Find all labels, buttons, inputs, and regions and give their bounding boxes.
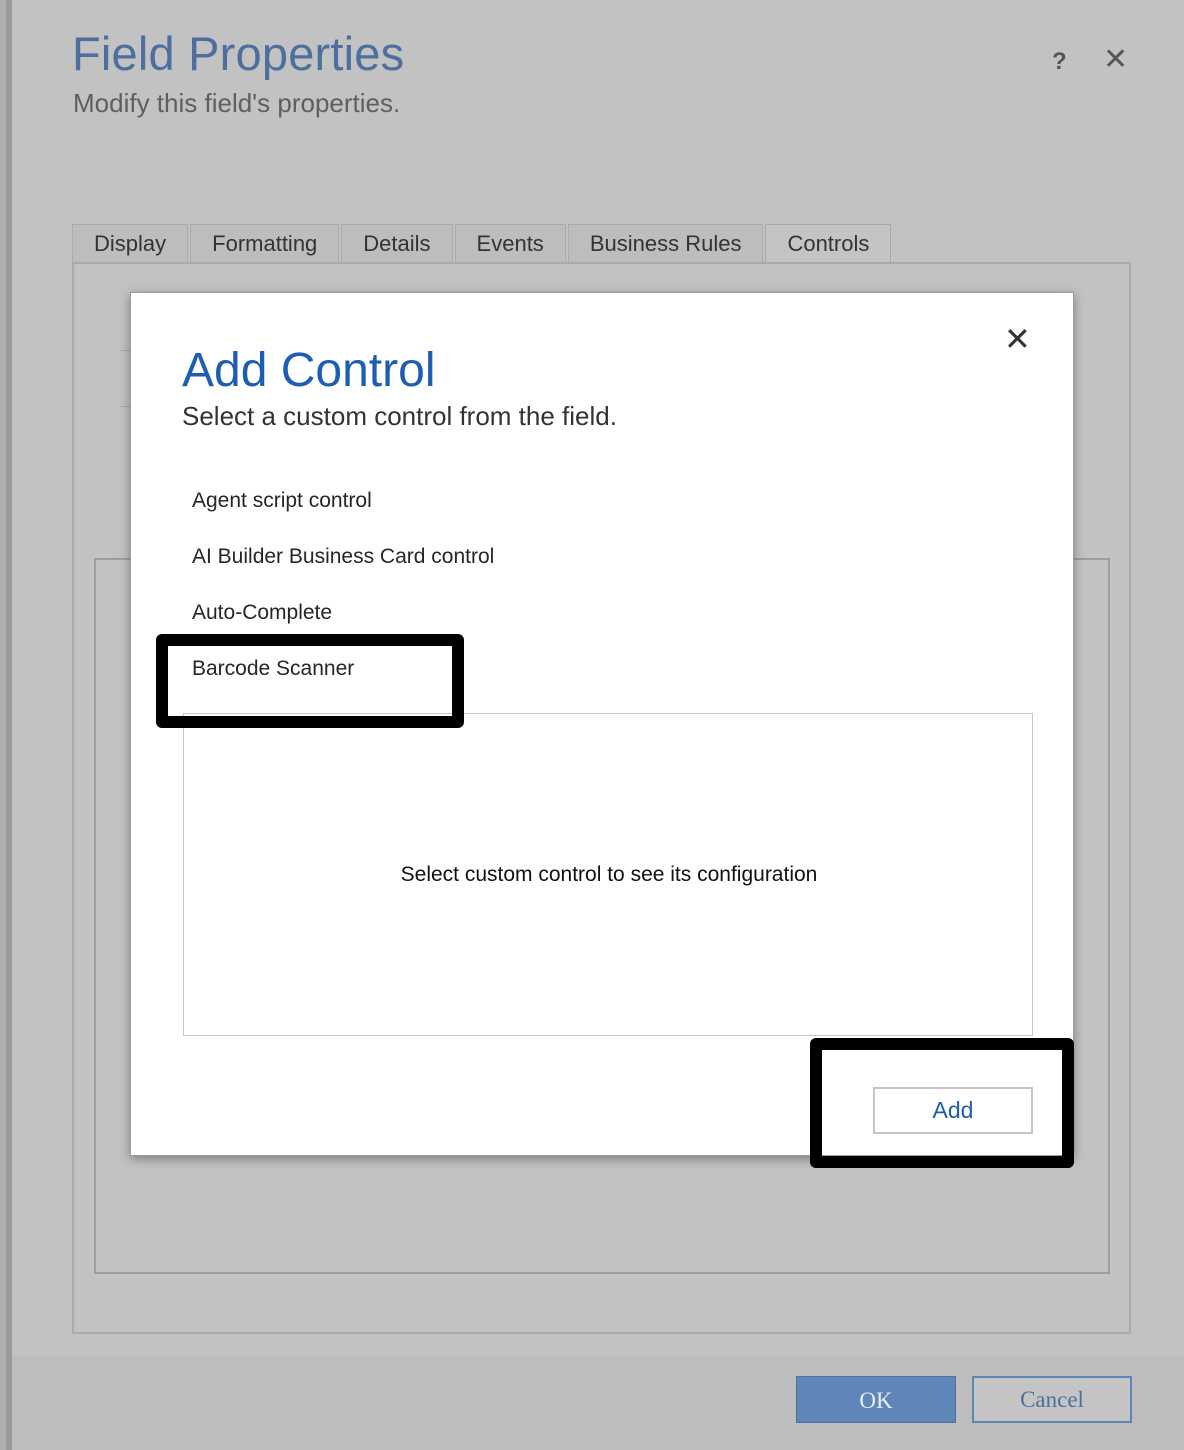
config-placeholder: Select custom control to see its configu… [400,862,818,886]
ok-button[interactable]: OK [796,1376,956,1423]
custom-control-list: Agent script control AI Builder Business… [192,485,494,709]
control-item-auto-complete[interactable]: Auto-Complete [192,597,494,653]
cancel-button[interactable]: Cancel [972,1376,1132,1423]
dialog-title: Field Properties [72,27,405,80]
tab-controls[interactable]: Controls [765,224,892,265]
control-item-barcode-scanner[interactable]: Barcode Scanner [192,653,494,709]
tab-events[interactable]: Events [454,224,566,263]
modal-subtitle: Select a custom control from the field. [182,401,617,431]
add-button[interactable]: Add [873,1087,1033,1134]
dialog-subtitle: Modify this field's properties. [73,88,401,118]
control-item-agent-script[interactable]: Agent script control [192,485,494,541]
modal-title: Add Control [182,344,436,397]
window-edge [6,0,12,1450]
help-icon[interactable]: ? [1052,48,1067,76]
control-configuration-box: Select custom control to see its configu… [183,713,1033,1036]
tab-bar: Display Formatting Details Events Busine… [72,224,893,265]
add-control-modal: ✕ Add Control Select a custom control fr… [130,292,1074,1156]
tab-details[interactable]: Details [341,224,453,263]
control-item-ai-builder-business-card[interactable]: AI Builder Business Card control [192,541,494,597]
tab-formatting[interactable]: Formatting [190,224,340,263]
tab-display[interactable]: Display [72,224,189,263]
modal-close-icon[interactable]: ✕ [1004,323,1031,355]
field-properties-dialog: Field Properties Modify this field's pro… [0,0,1184,1450]
tab-business-rules[interactable]: Business Rules [567,224,764,263]
close-icon[interactable]: ✕ [1103,42,1128,77]
